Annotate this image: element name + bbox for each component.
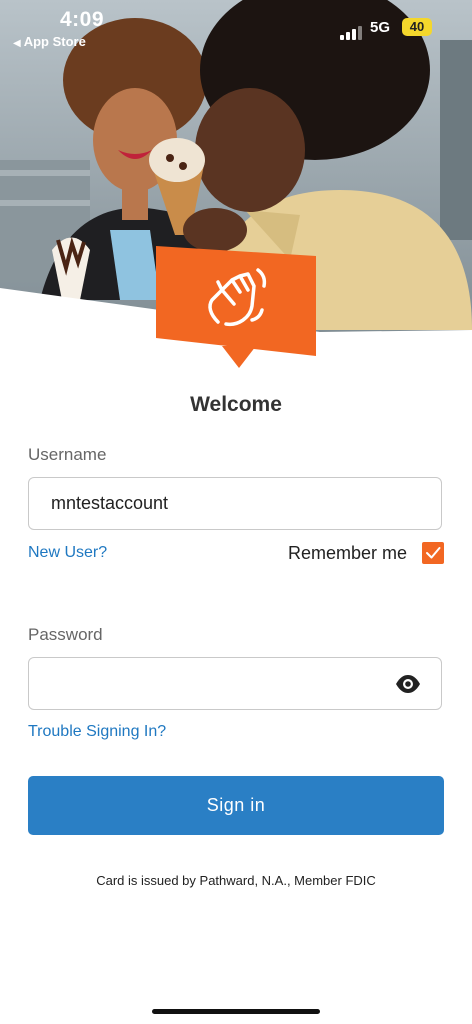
show-password-eye-icon[interactable]: [395, 674, 421, 694]
signal-icon: [340, 22, 364, 40]
battery-icon: 40: [402, 18, 432, 36]
trouble-signing-in-link[interactable]: Trouble Signing In?: [28, 723, 166, 741]
page-title: Welcome: [190, 393, 282, 416]
new-user-link[interactable]: New User?: [28, 544, 107, 562]
status-bar: 4:09 ◀ App Store 5G 40: [0, 0, 472, 50]
fdic-disclaimer: Card is issued by Pathward, N.A., Member…: [96, 873, 376, 888]
back-label: App Store: [23, 34, 86, 49]
password-field[interactable]: [28, 657, 442, 710]
back-triangle-icon: ◀: [13, 38, 21, 49]
badge-pointer: [222, 346, 256, 368]
back-to-app-store[interactable]: ◀ App Store: [13, 34, 86, 49]
password-label: Password: [28, 625, 103, 644]
network-label: 5G: [370, 19, 391, 36]
remember-me-checkbox[interactable]: [422, 542, 444, 564]
sign-in-button[interactable]: Sign in: [28, 776, 444, 835]
checkmark-icon: [426, 547, 441, 559]
remember-me-label: Remember me: [288, 543, 408, 563]
welcome-badge: [156, 246, 316, 356]
username-field[interactable]: mntestaccount: [28, 477, 442, 530]
username-label: Username: [28, 445, 107, 464]
status-time: 4:09: [60, 8, 105, 31]
home-indicator[interactable]: [152, 1009, 320, 1014]
